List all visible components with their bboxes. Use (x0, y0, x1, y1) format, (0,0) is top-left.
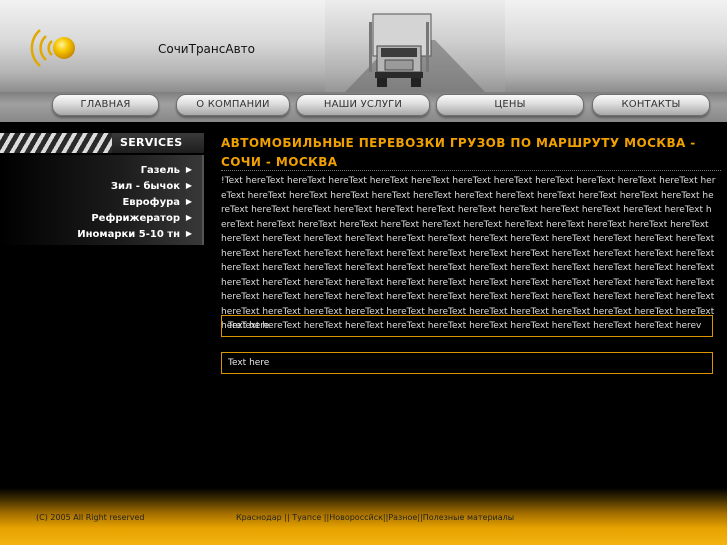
sidebar-header: SERVICES (0, 133, 204, 153)
title-underline (221, 170, 721, 171)
nav-home-label: ГЛАВНАЯ (80, 99, 131, 110)
radio-wave-logo-icon (30, 29, 75, 67)
footer-links: Краснодар || Туапсе ||Новороссйск||Разно… (236, 513, 514, 522)
nav-contacts-label: КОНТАКТЫ (621, 99, 681, 110)
footer: (C) 2005 All Right reserved Краснодар ||… (0, 488, 727, 545)
site-title: СочиТрансАвто (158, 42, 255, 56)
triangle-right-icon: ▶ (185, 229, 192, 238)
page-title: АВТОМОБИЛЬНЫЕ ПЕРЕВОЗКИ ГРУЗОВ ПО МАРШРУ… (221, 136, 696, 169)
footer-link-tuapse[interactable]: Туапсе (292, 513, 321, 522)
header-divider (0, 122, 727, 130)
body-text: !Text hereText hereText hereText hereTex… (221, 176, 716, 331)
text-box-1: Text here (221, 315, 713, 337)
sidebar-item-label: Газель (140, 165, 180, 176)
footer-separator: || (321, 513, 330, 522)
sidebar-menu: Газель ▶ Зил - бычок ▶ Еврофура ▶ Рефрижера… (0, 155, 204, 245)
text-box-2: Text here (221, 352, 713, 374)
nav-contacts[interactable]: КОНТАКТЫ (592, 94, 710, 116)
truck-image (325, 0, 505, 92)
sidebar-item-label: Еврофура (122, 197, 180, 208)
nav-home[interactable]: ГЛАВНАЯ (52, 94, 159, 116)
sidebar-item-zil[interactable]: Зил - бычок ▶ (110, 181, 192, 192)
nav-services[interactable]: НАШИ УСЛУГИ (296, 94, 430, 116)
footer-separator: || (281, 513, 293, 522)
header: СочиТрансАвто (0, 0, 727, 92)
footer-link-useful[interactable]: Полезные материалы (423, 513, 514, 522)
triangle-right-icon: ▶ (185, 213, 192, 222)
triangle-right-icon: ▶ (185, 165, 192, 174)
nav-services-label: НАШИ УСЛУГИ (323, 99, 403, 110)
sidebar-item-foreign[interactable]: Иномарки 5-10 тн ▶ (77, 229, 192, 240)
sidebar-item-label: Рефрижератор (91, 213, 180, 224)
footer-link-misc[interactable]: Разное (388, 513, 417, 522)
nav-about[interactable]: О КОМПАНИИ (176, 94, 290, 116)
stripes-decoration (0, 133, 112, 153)
sidebar-item-eurofura[interactable]: Еврофура ▶ (122, 197, 192, 208)
sidebar-heading: SERVICES (120, 136, 183, 149)
footer-link-novorossiysk[interactable]: Новороссйск (329, 513, 383, 522)
triangle-right-icon: ▶ (185, 181, 192, 190)
footer-link-krasnodar[interactable]: Краснодар (236, 513, 282, 522)
triangle-right-icon: ▶ (185, 197, 192, 206)
nav-about-label: О КОМПАНИИ (196, 99, 270, 110)
sidebar-item-label: Зил - бычок (110, 181, 180, 192)
nav-prices-label: ЦЕНЫ (494, 99, 526, 110)
nav-prices[interactable]: ЦЕНЫ (436, 94, 584, 116)
sidebar-item-refrigerator[interactable]: Рефрижератор ▶ (91, 213, 192, 224)
copyright: (C) 2005 All Right reserved (36, 513, 145, 522)
sidebar-item-label: Иномарки 5-10 тн (77, 229, 180, 240)
sidebar-item-gazel[interactable]: Газель ▶ (140, 165, 192, 176)
main-nav: ГЛАВНАЯ О КОМПАНИИ НАШИ УСЛУГИ ЦЕНЫ КОНТ… (0, 92, 727, 122)
